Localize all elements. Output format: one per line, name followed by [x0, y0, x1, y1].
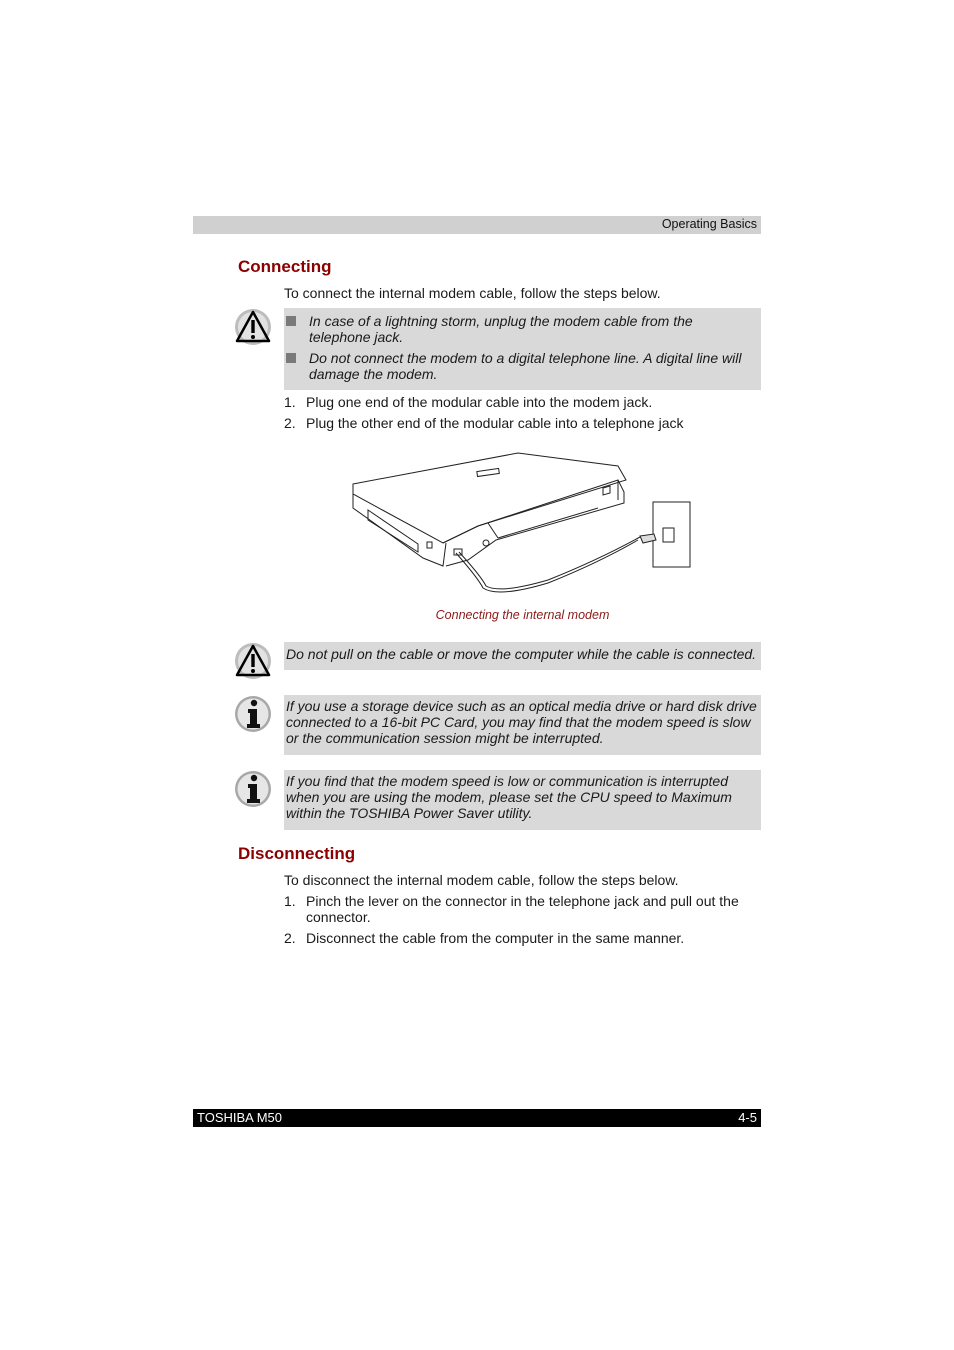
- section-title: Operating Basics: [661, 217, 757, 231]
- disconnect-step: 1. Pinch the lever on the connector in t…: [284, 893, 739, 925]
- info-icon: [235, 771, 271, 807]
- connecting-intro: To connect the internal modem cable, fol…: [284, 285, 661, 301]
- connect-step: 1. Plug one end of the modular cable int…: [284, 394, 653, 410]
- connect-step: 2. Plug the other end of the modular cab…: [284, 415, 684, 431]
- product-name: TOSHIBA M50: [197, 1110, 283, 1125]
- disconnect-step: 2. Disconnect the cable from the compute…: [284, 930, 685, 946]
- running-header: Operating Basics: [193, 216, 761, 234]
- info-note: If you use a storage device such as an o…: [284, 695, 761, 755]
- warning-icon: [235, 643, 271, 679]
- caution-bullet: Do not connect the modem to a digital te…: [284, 350, 757, 382]
- heading-connecting: Connecting: [238, 257, 332, 276]
- figure-caption: Connecting the internal modem: [435, 608, 610, 622]
- info-note: If you find that the modem speed is low …: [284, 770, 761, 830]
- warning-icon: [235, 309, 271, 345]
- heading-disconnecting: Disconnecting: [238, 844, 356, 863]
- info-icon: [235, 696, 271, 732]
- bullet-square-icon: [286, 353, 296, 363]
- bullet-square-icon: [286, 316, 296, 326]
- disconnecting-intro: To disconnect the internal modem cable, …: [284, 872, 679, 888]
- warning-note: Do not pull on the cable or move the com…: [284, 642, 761, 670]
- caution-bullet: In case of a lightning storm, unplug the…: [284, 313, 757, 345]
- running-footer: TOSHIBA M50 4-5: [193, 1109, 761, 1127]
- page-number: 4-5: [738, 1110, 757, 1125]
- modem-connection-illustration: [352, 452, 691, 593]
- caution-box: In case of a lightning storm, unplug the…: [284, 308, 761, 390]
